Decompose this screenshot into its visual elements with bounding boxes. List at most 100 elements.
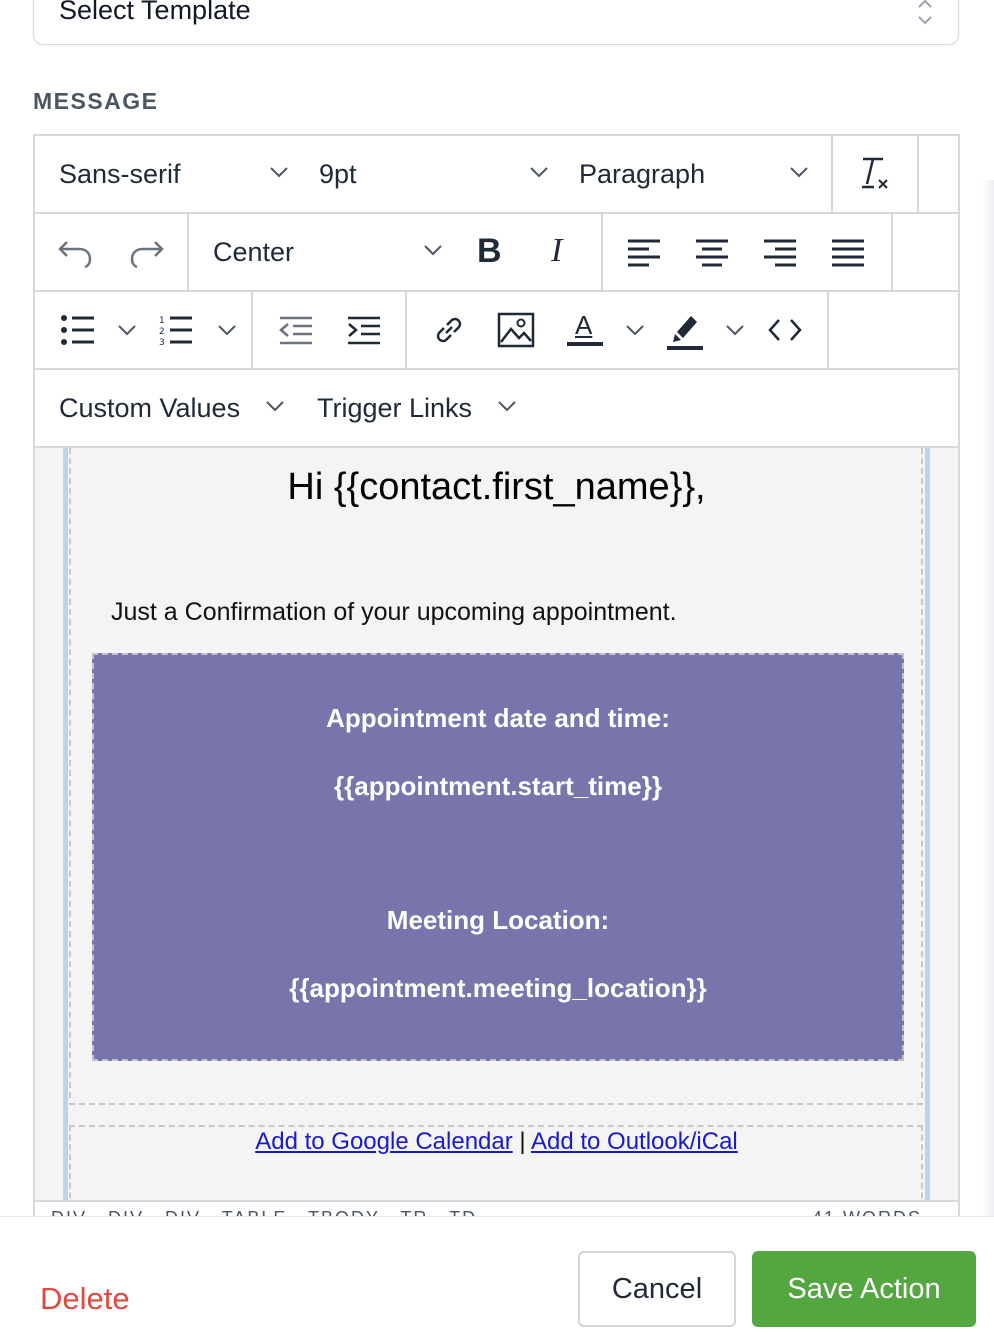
- appointment-date-heading: Appointment date and time:: [326, 703, 670, 733]
- font-size-dropdown[interactable]: 9pt: [319, 136, 559, 212]
- meeting-location-value: {{appointment.meeting_location}}: [289, 973, 707, 1003]
- toolbar-divider: [827, 292, 829, 368]
- toolbar-divider: [187, 214, 189, 290]
- editor-content-area[interactable]: Hi {{contact.first_name}}, Just a Confir…: [35, 448, 958, 1208]
- template-select-label: Select Template: [59, 0, 251, 25]
- toolbar-row-format: Sans-serif 9pt Paragraph: [35, 136, 958, 214]
- email-greeting: Hi {{contact.first_name}},: [287, 466, 706, 508]
- toolbar-divider: [917, 136, 919, 212]
- toolbar-divider: [831, 136, 833, 212]
- template-select[interactable]: Select Template: [33, 0, 959, 45]
- panel-edge-shadow: [982, 180, 994, 1220]
- alignment-dropdown[interactable]: Center: [213, 214, 453, 290]
- table-border-right: [925, 448, 930, 1208]
- delete-button[interactable]: Delete: [40, 1281, 130, 1317]
- custom-values-label: Custom Values: [59, 392, 241, 423]
- align-right-button[interactable]: [763, 238, 797, 268]
- chevron-down-icon: [270, 167, 288, 178]
- indent-icon: [348, 316, 380, 345]
- source-code-button[interactable]: [767, 316, 803, 344]
- undo-button[interactable]: [57, 234, 93, 270]
- code-icon: [768, 319, 802, 341]
- chevron-down-icon[interactable]: [217, 324, 237, 338]
- align-left-button[interactable]: [627, 238, 661, 268]
- block-format-dropdown[interactable]: Paragraph: [579, 136, 819, 212]
- font-family-value: Sans-serif: [59, 158, 181, 189]
- cancel-button[interactable]: Cancel: [578, 1251, 736, 1327]
- message-section-label: MESSAGE: [33, 88, 159, 114]
- bullet-list-icon: [61, 315, 94, 345]
- align-center-button[interactable]: [695, 238, 729, 268]
- table-border-left: [63, 448, 68, 1208]
- block-format-value: Paragraph: [579, 158, 706, 189]
- custom-values-dropdown[interactable]: Custom Values: [59, 370, 299, 446]
- text-color-swatch: [567, 342, 603, 346]
- clear-formatting-icon: [862, 157, 888, 189]
- font-family-dropdown[interactable]: Sans-serif: [59, 136, 299, 212]
- toolbar-row-alignment: Center B I: [35, 214, 958, 292]
- chevron-down-icon: [266, 401, 284, 412]
- add-to-google-calendar-link[interactable]: Add to Google Calendar: [255, 1128, 513, 1155]
- bullet-list-button[interactable]: [61, 314, 95, 346]
- cell-outline: [69, 1125, 923, 1127]
- toolbar-divider: [601, 214, 603, 290]
- align-left-icon: [628, 239, 660, 267]
- redo-icon: [130, 241, 164, 269]
- chevron-down-icon: [530, 167, 548, 178]
- image-icon: [497, 312, 535, 348]
- italic-button[interactable]: I: [551, 232, 562, 270]
- cell-outline: [69, 1103, 923, 1105]
- text-color-icon: A: [575, 310, 593, 340]
- font-size-value: 9pt: [319, 158, 357, 189]
- alignment-value: Center: [213, 236, 295, 267]
- toolbar-row-merge: Custom Values Trigger Links: [35, 370, 958, 448]
- redo-button[interactable]: [129, 234, 165, 270]
- indent-button[interactable]: [347, 316, 381, 346]
- numbered-list-icon: 1 2 3: [159, 316, 192, 346]
- chevron-down-icon[interactable]: [725, 324, 745, 338]
- svg-text:3: 3: [159, 338, 165, 346]
- chevron-down-icon: [424, 245, 442, 256]
- cell-outline: [69, 448, 71, 1098]
- svg-text:2: 2: [159, 327, 165, 337]
- cell-outline: [921, 448, 923, 1098]
- rich-text-editor: Sans-serif 9pt Paragraph Center B I 1 2 …: [33, 134, 960, 1224]
- numbered-list-button[interactable]: 1 2 3: [159, 314, 193, 346]
- highlighter-icon: [667, 316, 703, 350]
- appointment-date-value: {{appointment.start_time}}: [334, 771, 662, 801]
- outdent-button[interactable]: [279, 316, 313, 346]
- chevron-down-icon: [790, 167, 808, 178]
- select-arrows-icon: [918, 0, 932, 25]
- insert-image-button[interactable]: [497, 312, 535, 348]
- align-right-icon: [764, 239, 796, 267]
- email-intro-text: Just a Confirmation of your upcoming app…: [111, 598, 677, 626]
- text-color-button[interactable]: A: [565, 310, 605, 352]
- align-justify-icon: [832, 239, 864, 267]
- bold-icon: B: [477, 232, 502, 270]
- meeting-location-heading: Meeting Location:: [386, 905, 610, 935]
- toolbar-row-insert: 1 2 3 A: [35, 292, 958, 370]
- action-footer: Delete Cancel Save Action: [0, 1216, 994, 1340]
- toolbar-divider: [891, 214, 893, 290]
- clear-formatting-button[interactable]: [857, 156, 891, 192]
- chevron-down-icon[interactable]: [117, 324, 137, 338]
- highlight-color-button[interactable]: [665, 310, 705, 352]
- bold-button[interactable]: B: [477, 232, 502, 271]
- calendar-links: Add to Google Calendar | Add to Outlook/…: [35, 1128, 958, 1156]
- chevron-down-icon[interactable]: [625, 324, 645, 338]
- chevron-down-icon: [498, 401, 516, 412]
- outdent-icon: [279, 316, 312, 345]
- appointment-details-box: Appointment date and time: {{appointment…: [92, 653, 904, 1061]
- save-action-button[interactable]: Save Action: [752, 1251, 976, 1327]
- insert-link-button[interactable]: [431, 312, 467, 348]
- toolbar-divider: [251, 292, 253, 368]
- toolbar-divider: [405, 292, 407, 368]
- add-to-outlook-link[interactable]: Add to Outlook/iCal: [531, 1128, 738, 1155]
- link-separator: |: [519, 1128, 526, 1155]
- svg-text:1: 1: [159, 316, 165, 326]
- italic-icon: I: [551, 232, 563, 269]
- align-center-icon: [696, 239, 728, 267]
- trigger-links-dropdown[interactable]: Trigger Links: [317, 370, 557, 446]
- align-justify-button[interactable]: [831, 238, 865, 268]
- link-icon: [436, 317, 462, 343]
